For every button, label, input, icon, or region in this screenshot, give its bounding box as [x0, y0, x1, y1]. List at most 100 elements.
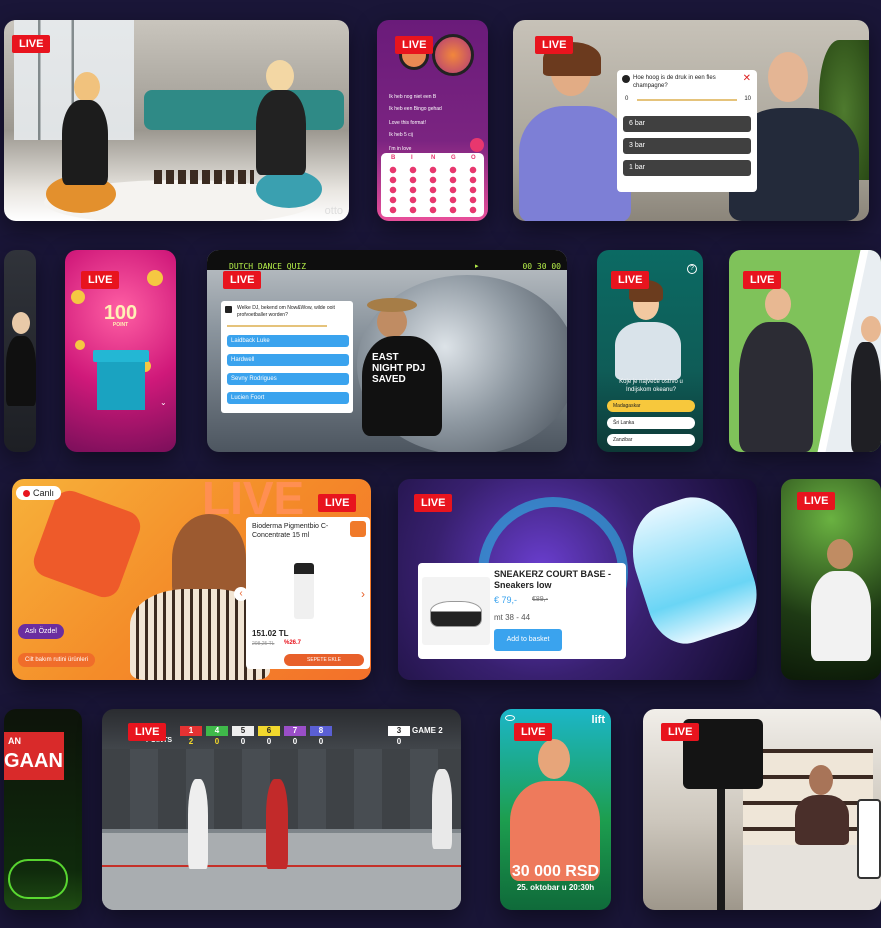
product-panel[interactable]: Bioderma Pigmentbio C-Concentrate 15 ml … [246, 517, 370, 669]
quiz-option[interactable]: 1 bar [623, 160, 751, 176]
bingo-grid[interactable] [383, 165, 482, 215]
play-icon: ▸ [475, 263, 479, 270]
slider-max: 10 [744, 96, 751, 102]
quiz-option[interactable]: Hardwell [227, 354, 349, 366]
help-icon[interactable]: ? [687, 264, 697, 274]
quiz-option[interactable]: 3 bar [623, 138, 751, 154]
record-dot-icon [23, 490, 30, 497]
score-cell: 8 [310, 726, 332, 736]
product-name: Bioderma Pigmentbio C-Concentrate 15 ml [252, 523, 329, 539]
live-badge: LIVE [661, 723, 700, 741]
points-cell: 0 [292, 737, 298, 746]
stream-card-quiz-nl[interactable]: Hoe hoog is de druk in een fles champagn… [513, 20, 869, 221]
prize-date: 25. oktobar u 20:30h [516, 883, 595, 892]
live-badge: LIVE [414, 494, 453, 512]
live-badge: LIVE [797, 492, 836, 510]
product-price: 151.02 TL [252, 629, 289, 638]
host-head [765, 288, 791, 320]
quiz-option[interactable]: Laidback Luke [227, 335, 349, 347]
close-icon[interactable]: ✕ [743, 73, 751, 84]
otto-watermark: otto [324, 205, 343, 217]
subtitle-badge: Cilt bakım rutini ürünleri [18, 653, 96, 667]
product-panel[interactable]: SNEAKERZ COURT BASE - Sneakers low € 79,… [418, 563, 626, 659]
stream-card-lift[interactable]: lift 30 000 RSD 25. oktobar u 20:30h LIV… [500, 709, 611, 910]
host-man-head [768, 52, 808, 102]
bg-shape [29, 486, 145, 602]
chevron-left-icon[interactable]: ‹ [234, 587, 248, 601]
stream-card-kitchen[interactable]: LIVE [643, 709, 881, 910]
chevron-right-icon[interactable]: › [361, 587, 365, 601]
stream-card-otto[interactable]: LIVE otto [4, 20, 349, 221]
answer-slider[interactable] [637, 99, 737, 101]
lift-logo: lift [591, 714, 605, 726]
quiz-timer: 00 30 00 [522, 262, 561, 271]
quiz-panel[interactable]: Welke DJ, bekend om Now&Wow, wilde ooit … [221, 301, 353, 413]
host-right-head [266, 60, 294, 92]
points-cell: 0 [318, 737, 324, 746]
edit-button[interactable] [470, 138, 484, 152]
slider-min: 0 [625, 96, 629, 102]
points-cell: 2 [188, 737, 194, 746]
stream-card-gaan[interactable]: AN GAAN [4, 709, 82, 910]
stream-card-coins[interactable]: 100 POINT ⌄ LIVE [65, 250, 176, 452]
quiz-question: Hoe hoog is de druk in een fles champagn… [633, 75, 716, 89]
bingo-card: B I N G O [381, 153, 484, 217]
host-body [6, 336, 36, 406]
stream-card-partial-left[interactable] [4, 250, 36, 452]
live-badge: LIVE [611, 271, 650, 289]
bingo-header: B I N G O [391, 155, 476, 161]
shoes-display [154, 170, 254, 184]
stream-card-bingo[interactable]: Ik heb nog niet een B Ik heb een Bingo g… [377, 20, 488, 221]
shoe-icon [430, 601, 482, 627]
camera-tripod [717, 789, 725, 910]
live-badge: LIVE [223, 271, 262, 289]
collapse-icon[interactable] [350, 521, 366, 537]
live-badge: LIVE [395, 36, 434, 54]
host-body [615, 322, 681, 380]
question-icon [622, 75, 630, 83]
quiz-option[interactable]: 6 bar [623, 116, 751, 132]
sneaker-image [619, 485, 757, 653]
quiz-panel[interactable]: Hoe hoog is de druk in een fles champagn… [617, 70, 757, 192]
stream-card-quiz-hr[interactable]: ? Koje je najveće ostrvo u Indijskom oke… [597, 250, 703, 452]
stream-card-dance-quiz[interactable]: DUTCH DANCE QUIZ ▸ 00 30 00 EAST NIGHT P… [207, 250, 567, 452]
top-bar: DUTCH DANCE QUIZ ▸ 00 30 00 [207, 250, 567, 271]
gaan-prefix: AN [8, 736, 21, 746]
score-cell: 5 [232, 726, 254, 736]
add-to-cart-button[interactable]: SEPETE EKLE [284, 654, 364, 666]
host-body [795, 795, 849, 845]
host2-body [851, 342, 881, 452]
gift-box-lid [93, 350, 149, 362]
points-cell: 0 [214, 737, 220, 746]
live-badge: LIVE [535, 36, 574, 54]
phone-preview [857, 799, 881, 879]
eye-icon [505, 715, 515, 721]
chevron-down-icon[interactable]: ⌄ [160, 398, 167, 407]
gaan-banner: AN GAAN [4, 732, 64, 780]
quiz-title: DUTCH DANCE QUIZ [229, 262, 307, 271]
live-badge: LIVE [12, 35, 51, 53]
quiz-option[interactable]: Šri Lanka [607, 417, 695, 429]
host-head [12, 312, 30, 334]
host-head [538, 739, 570, 779]
chat-message: Ik heb een Bingo gehad [389, 106, 442, 112]
host-left-head [74, 72, 100, 102]
stream-card-greenscreen[interactable]: LIVE [729, 250, 881, 452]
stream-card-sneakers[interactable]: SNEAKERZ COURT BASE - Sneakers low € 79,… [398, 479, 757, 680]
stream-card-soccer[interactable]: LIVE [781, 479, 881, 680]
chat-message: Ik heb nog niet een B [389, 94, 437, 100]
host-body [739, 322, 813, 452]
quiz-option[interactable]: Zanzibar [607, 434, 695, 446]
shirt-text: EAST NIGHT PDJ SAVED [372, 352, 426, 385]
score-cell: 6 [258, 726, 280, 736]
add-to-basket-button[interactable]: Add to basket [494, 629, 562, 651]
host-name-badge: Aslı Özdel [18, 624, 64, 639]
quiz-option[interactable]: Madagaskar [607, 400, 695, 412]
quiz-option[interactable]: Lucien Foort [227, 392, 349, 404]
stream-card-sport[interactable]: ER POINTS 1 4 5 6 7 8 3 GAME 2 2 0 0 0 0… [102, 709, 461, 910]
host-woman-body [519, 106, 631, 221]
stream-card-canli[interactable]: LIVE Canlı Bioderma Pigmentbio C-Concent… [12, 479, 371, 680]
dj-hat [367, 298, 417, 312]
product-old-price: €89,- [532, 596, 548, 603]
quiz-option[interactable]: Sevny Rodrigues [227, 373, 349, 385]
